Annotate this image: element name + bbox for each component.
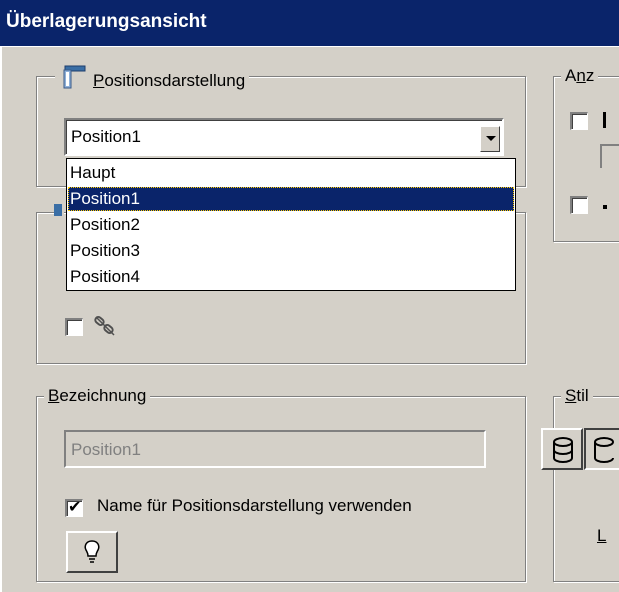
anzeige-checkbox-1[interactable] [570, 112, 588, 130]
name-field-value: Position1 [71, 440, 141, 459]
position-combobox[interactable]: Position1 [64, 118, 504, 156]
position-combobox-value: Position1 [71, 127, 141, 146]
display-group-legend-fragment [54, 200, 64, 218]
unlink-checkbox[interactable] [65, 318, 83, 336]
checkmark-icon: ✔ [68, 499, 82, 516]
dropdown-item[interactable]: Haupt [68, 161, 514, 185]
use-name-checkbox[interactable]: ✔ [65, 499, 83, 517]
anzeige-sub-field-fragment [600, 144, 619, 168]
chevron-down-icon[interactable] [480, 126, 500, 152]
position-dropdown-list[interactable]: Haupt Position1 Position2 Position3 Posi… [66, 158, 516, 291]
stil-group [553, 396, 619, 582]
anzeige-group-legend: Anz [561, 66, 599, 86]
bezeichnung-group-legend: Bezeichnung [44, 386, 151, 406]
title-bar: Überlagerungsansicht [0, 0, 619, 47]
lightbulb-button[interactable] [66, 531, 118, 573]
position-legend-text: ositionsdarstellung [104, 71, 246, 90]
monitor-position-icon [59, 64, 87, 89]
dropdown-item-selected[interactable]: Position1 [68, 187, 514, 211]
cylinder-icon [592, 436, 616, 469]
window-title: Überlagerungsansicht [6, 11, 207, 32]
position-legend-mnemonic: P [93, 71, 105, 90]
dialog-left-edge [0, 47, 2, 592]
unlink-icon [92, 315, 118, 342]
anzeige-checkbox-2[interactable] [570, 196, 588, 214]
anzeige-label-fragment-1 [603, 112, 606, 128]
style-cylinder-button-2[interactable] [584, 428, 619, 470]
dropdown-item[interactable]: Position2 [68, 213, 514, 237]
anzeige-label-fragment-2 [603, 205, 607, 209]
stil-partial-label: L [597, 526, 607, 545]
position-group-legend: Positionsdarstellung [55, 64, 250, 92]
cylinder-icon [551, 436, 575, 469]
stil-group-legend: Stil [561, 386, 593, 406]
name-field: Position1 [64, 430, 486, 468]
dropdown-item[interactable]: Position3 [68, 239, 514, 263]
lightbulb-icon [82, 539, 102, 570]
dropdown-item[interactable]: Position4 [68, 265, 514, 289]
use-name-checkbox-label[interactable]: Name für Positionsdarstellung verwenden [97, 496, 412, 516]
style-cylinder-button-1[interactable] [541, 428, 583, 470]
